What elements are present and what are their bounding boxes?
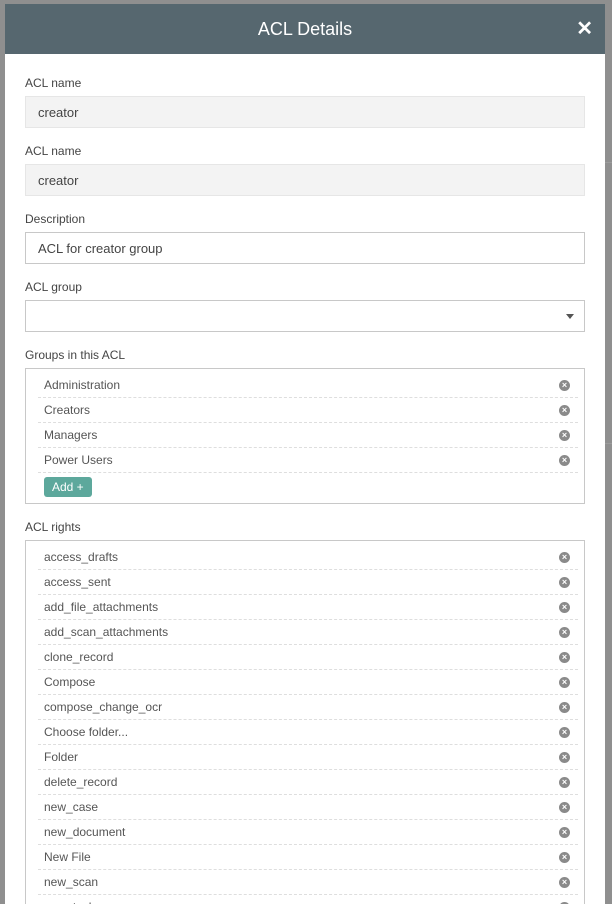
right-list-item-label: delete_record bbox=[44, 775, 117, 789]
right-list-item-label: new_document bbox=[44, 825, 125, 839]
right-list-item: Folder × bbox=[38, 745, 578, 770]
right-list-item-label: new_task bbox=[44, 900, 95, 904]
right-list-item: add_file_attachments × bbox=[38, 595, 578, 620]
background-divider bbox=[605, 443, 612, 444]
right-list-item-label: new_scan bbox=[44, 875, 98, 889]
rights-label: ACL rights bbox=[25, 520, 585, 534]
right-list-item-label: clone_record bbox=[44, 650, 113, 664]
right-list-item: new_case × bbox=[38, 795, 578, 820]
remove-circle-icon[interactable]: × bbox=[559, 802, 570, 813]
close-icon[interactable]: ✕ bbox=[576, 19, 593, 39]
right-list-item-label: Compose bbox=[44, 675, 95, 689]
remove-circle-icon[interactable]: × bbox=[559, 877, 570, 888]
dialog-title: ACL Details bbox=[258, 19, 352, 40]
remove-circle-icon[interactable]: × bbox=[559, 455, 570, 466]
right-list-item: clone_record × bbox=[38, 645, 578, 670]
right-list-item: Compose × bbox=[38, 670, 578, 695]
acl-name-field: creator bbox=[25, 96, 585, 128]
groups-list: Administration×Creators×Managers×Power U… bbox=[25, 368, 585, 504]
right-list-item-label: add_scan_attachments bbox=[44, 625, 168, 639]
right-list-item: new_document × bbox=[38, 820, 578, 845]
group-list-item: Creators × bbox=[38, 398, 578, 423]
description-input[interactable] bbox=[25, 232, 585, 264]
right-list-item-label: access_sent bbox=[44, 575, 111, 589]
group-list-item: Administration × bbox=[38, 373, 578, 398]
right-list-item-label: Folder bbox=[44, 750, 78, 764]
remove-circle-icon[interactable]: × bbox=[559, 405, 570, 416]
acl-name-group: ACL name creator bbox=[25, 76, 585, 128]
add-group-button[interactable]: Add + bbox=[44, 477, 92, 497]
remove-circle-icon[interactable]: × bbox=[559, 602, 570, 613]
background-divider bbox=[605, 162, 612, 163]
description-group: Description bbox=[25, 212, 585, 264]
right-list-item: access_drafts × bbox=[38, 545, 578, 570]
right-list-item-label: new_case bbox=[44, 800, 98, 814]
remove-circle-icon[interactable]: × bbox=[559, 380, 570, 391]
caret-down-icon bbox=[566, 314, 574, 319]
remove-circle-icon[interactable]: × bbox=[559, 827, 570, 838]
groups-label: Groups in this ACL bbox=[25, 348, 585, 362]
remove-circle-icon[interactable]: × bbox=[559, 577, 570, 588]
remove-circle-icon[interactable]: × bbox=[559, 652, 570, 663]
group-list-item: Power Users × bbox=[38, 448, 578, 473]
group-list-item-label: Power Users bbox=[44, 453, 113, 467]
dialog-header: ACL Details ✕ bbox=[5, 4, 605, 54]
rights-section: ACL rights access_drafts×access_sent×add… bbox=[25, 520, 585, 904]
right-list-item: New File × bbox=[38, 845, 578, 870]
acl-name-field-2: creator bbox=[25, 164, 585, 196]
groups-section: Groups in this ACL Administration×Creato… bbox=[25, 348, 585, 504]
right-list-item-label: add_file_attachments bbox=[44, 600, 158, 614]
group-list-item: Managers × bbox=[38, 423, 578, 448]
description-label: Description bbox=[25, 212, 585, 226]
remove-circle-icon[interactable]: × bbox=[559, 627, 570, 638]
right-list-item-label: compose_change_ocr bbox=[44, 700, 162, 714]
right-list-item: Choose folder... × bbox=[38, 720, 578, 745]
group-list-item-label: Managers bbox=[44, 428, 97, 442]
acl-group-value bbox=[26, 308, 50, 323]
right-list-item: compose_change_ocr × bbox=[38, 695, 578, 720]
right-list-item: access_sent × bbox=[38, 570, 578, 595]
right-list-item-label: Choose folder... bbox=[44, 725, 128, 739]
right-list-item-label: access_drafts bbox=[44, 550, 118, 564]
remove-circle-icon[interactable]: × bbox=[559, 727, 570, 738]
right-list-item: delete_record × bbox=[38, 770, 578, 795]
remove-circle-icon[interactable]: × bbox=[559, 777, 570, 788]
remove-circle-icon[interactable]: × bbox=[559, 552, 570, 563]
rights-list: access_drafts×access_sent×add_file_attac… bbox=[25, 540, 585, 904]
right-list-item: new_task× bbox=[38, 895, 578, 904]
acl-name-group-2: ACL name creator bbox=[25, 144, 585, 196]
remove-circle-icon[interactable]: × bbox=[559, 752, 570, 763]
remove-circle-icon[interactable]: × bbox=[559, 430, 570, 441]
acl-name-label: ACL name bbox=[25, 76, 585, 90]
remove-circle-icon[interactable]: × bbox=[559, 677, 570, 688]
acl-name-label-2: ACL name bbox=[25, 144, 585, 158]
remove-circle-icon[interactable]: × bbox=[559, 702, 570, 713]
acl-group-group: ACL group bbox=[25, 280, 585, 332]
right-list-item: new_scan × bbox=[38, 870, 578, 895]
right-list-item: add_scan_attachments × bbox=[38, 620, 578, 645]
remove-circle-icon[interactable]: × bbox=[559, 852, 570, 863]
group-list-item-label: Administration bbox=[44, 378, 120, 392]
dialog-body: ACL name creator ACL name creator Descri… bbox=[5, 54, 605, 904]
acl-details-dialog: ACL Details ✕ ACL name creator ACL name … bbox=[5, 4, 605, 904]
group-list-item-label: Creators bbox=[44, 403, 90, 417]
acl-group-select[interactable] bbox=[25, 300, 585, 332]
acl-group-label: ACL group bbox=[25, 280, 585, 294]
right-list-item-label: New File bbox=[44, 850, 91, 864]
